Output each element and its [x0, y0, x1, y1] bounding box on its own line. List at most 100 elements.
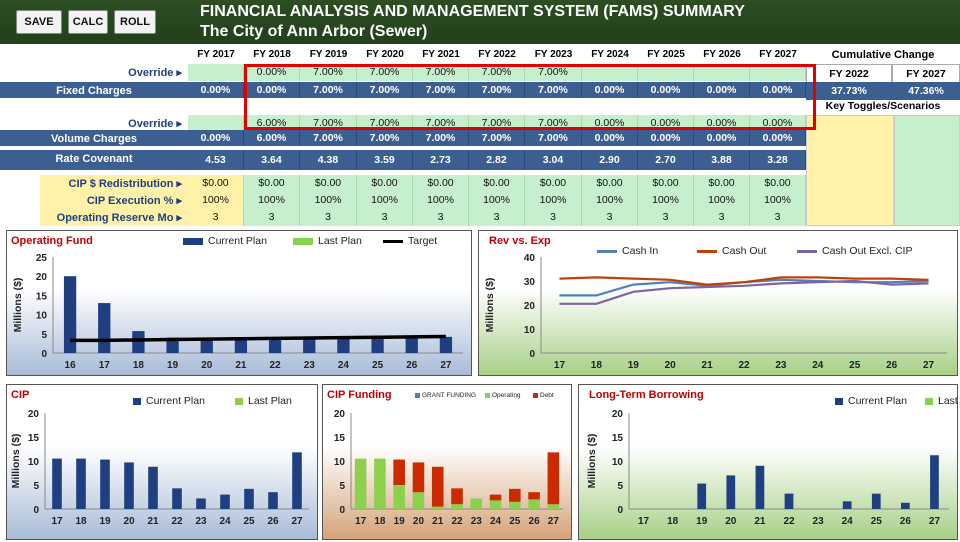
- calc-button[interactable]: CALC: [68, 10, 108, 34]
- x-tick-label: 24: [338, 360, 350, 371]
- table-cell: 0.00%: [750, 82, 806, 98]
- bar: [784, 493, 794, 509]
- table-cell[interactable]: 0.00%: [244, 64, 300, 81]
- table-cell[interactable]: 3: [188, 209, 244, 226]
- y-tick-label: 15: [612, 433, 624, 444]
- bar: [871, 493, 881, 509]
- toggle-panel-right[interactable]: [894, 115, 960, 226]
- bar: [431, 506, 444, 509]
- table-cell: 7.00%: [525, 82, 582, 98]
- table-cell[interactable]: 3: [525, 209, 582, 226]
- bar: [930, 455, 939, 509]
- table-cell[interactable]: 100%: [413, 192, 469, 209]
- table-cell[interactable]: $0.00: [469, 175, 525, 192]
- cumulative-col-2027: FY 2027: [892, 64, 960, 84]
- table-cell[interactable]: 100%: [188, 192, 244, 209]
- table-cell[interactable]: $0.00: [244, 175, 300, 192]
- y-tick-label: 0: [41, 349, 47, 360]
- bar: [528, 499, 540, 509]
- row-label[interactable]: Operating Reserve Mo ▸: [40, 209, 188, 226]
- bar: [124, 462, 134, 509]
- table-cell: 0.00%: [694, 82, 750, 98]
- bar: [292, 452, 302, 509]
- year-header: FY 2024: [591, 49, 629, 60]
- table-cell[interactable]: 100%: [750, 192, 806, 209]
- table-cell[interactable]: 3: [300, 209, 357, 226]
- table-cell[interactable]: [582, 64, 638, 81]
- table-cell[interactable]: $0.00: [750, 175, 806, 192]
- table-cell: 0.00%: [750, 130, 806, 146]
- table-cell[interactable]: $0.00: [357, 175, 413, 192]
- bar: [726, 475, 736, 509]
- table-cell[interactable]: [694, 64, 750, 81]
- y-axis-label: Millions ($): [10, 434, 22, 489]
- x-tick-label: 26: [900, 516, 912, 527]
- table-cell[interactable]: $0.00: [582, 175, 638, 192]
- bar: [405, 337, 418, 353]
- y-tick-label: 20: [524, 301, 536, 312]
- table-cell[interactable]: 7.00%: [357, 64, 413, 81]
- table-cell[interactable]: 100%: [525, 192, 582, 209]
- table-cell[interactable]: [750, 64, 806, 81]
- bar: [431, 466, 444, 507]
- row-label: Volume Charges: [0, 130, 188, 146]
- x-tick-label: 18: [667, 516, 679, 527]
- table-cell: 7.00%: [525, 130, 582, 146]
- table-cell[interactable]: $0.00: [694, 175, 750, 192]
- row-label[interactable]: CIP $ Redistribution ▸: [40, 175, 188, 192]
- x-tick-label: 22: [171, 516, 183, 527]
- x-tick-label: 23: [775, 360, 787, 371]
- year-header: FY 2020: [366, 49, 404, 60]
- table-cell: 4.38: [300, 150, 357, 170]
- table-cell[interactable]: [188, 64, 244, 81]
- table-cell[interactable]: 3: [469, 209, 525, 226]
- table-cell[interactable]: 7.00%: [413, 64, 469, 81]
- y-tick-label: 15: [334, 433, 346, 444]
- table-cell[interactable]: 3: [582, 209, 638, 226]
- table-cell[interactable]: [638, 64, 694, 81]
- table-cell[interactable]: 100%: [469, 192, 525, 209]
- table-cell[interactable]: 3: [694, 209, 750, 226]
- page-title: FINANCIAL ANALYSIS AND MANAGEMENT SYSTEM…: [200, 3, 745, 20]
- table-cell[interactable]: 3: [357, 209, 413, 226]
- x-tick-label: 22: [738, 360, 750, 371]
- table-cell[interactable]: 3: [413, 209, 469, 226]
- year-header: FY 2022: [478, 49, 516, 60]
- x-tick-label: 25: [509, 516, 521, 527]
- x-tick-label: 20: [725, 516, 737, 527]
- table-cell[interactable]: 7.00%: [525, 64, 582, 81]
- table-cell[interactable]: 100%: [357, 192, 413, 209]
- table-cell[interactable]: $0.00: [525, 175, 582, 192]
- table-cell[interactable]: 3: [244, 209, 300, 226]
- roll-button[interactable]: ROLL: [114, 10, 156, 34]
- table-cell[interactable]: 7.00%: [300, 64, 357, 81]
- table-cell: 0.00%: [638, 82, 694, 98]
- table-cell[interactable]: $0.00: [300, 175, 357, 192]
- table-cell[interactable]: $0.00: [638, 175, 694, 192]
- x-tick-label: 23: [471, 516, 483, 527]
- series-line: [559, 279, 929, 305]
- bar: [52, 458, 62, 509]
- table-cell[interactable]: 100%: [582, 192, 638, 209]
- save-button[interactable]: SAVE: [16, 10, 62, 34]
- table-cell[interactable]: 100%: [694, 192, 750, 209]
- table-cell[interactable]: 3: [750, 209, 806, 226]
- row-label[interactable]: Override ▸: [0, 64, 188, 81]
- x-tick-label: 27: [929, 516, 941, 527]
- bar: [244, 488, 254, 509]
- table-cell[interactable]: 100%: [244, 192, 300, 209]
- x-tick-label: 24: [842, 516, 854, 527]
- toggle-panel-left[interactable]: [806, 115, 894, 226]
- table-cell[interactable]: 100%: [638, 192, 694, 209]
- row-label[interactable]: CIP Execution % ▸: [40, 192, 188, 209]
- y-tick-label: 40: [524, 253, 536, 264]
- bar: [220, 494, 230, 509]
- table-cell[interactable]: 3: [638, 209, 694, 226]
- table-cell[interactable]: $0.00: [413, 175, 469, 192]
- table-cell[interactable]: 7.00%: [469, 64, 525, 81]
- table-cell[interactable]: 100%: [300, 192, 357, 209]
- cumulative-header: Cumulative Change: [831, 49, 935, 61]
- table-cell[interactable]: $0.00: [188, 175, 244, 192]
- y-tick-label: 20: [36, 272, 48, 283]
- x-tick-label: 17: [355, 516, 367, 527]
